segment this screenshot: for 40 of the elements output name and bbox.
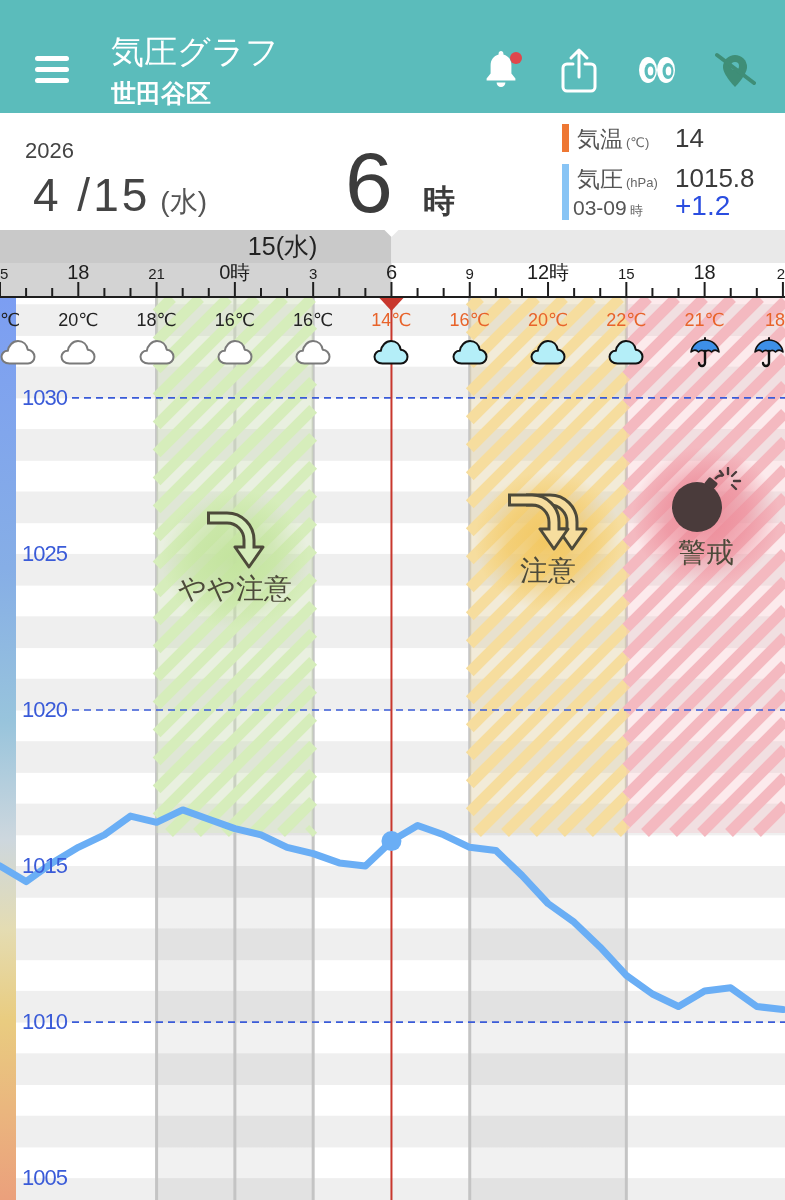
reading-value: 1015.8 [675, 164, 755, 192]
bell-icon [484, 49, 518, 90]
pressure-change: +1.2 [675, 192, 731, 220]
app-title: 気圧グラフ [111, 32, 279, 71]
period-unit: 時 [629, 202, 643, 220]
reading-label: 気圧 [577, 165, 623, 193]
y-axis-label: 1030 [22, 384, 67, 411]
day-label: 15(水) [247, 231, 318, 262]
eyes-icon [638, 55, 676, 84]
hour-label: 2 [776, 265, 785, 282]
hour-label: 21 [148, 265, 165, 282]
hour-label: 3 [309, 265, 318, 282]
share-icon [560, 46, 598, 93]
period-label: 03-09 [573, 195, 627, 221]
reading-unit: (℃) [626, 135, 650, 150]
hour-unit: 時 [422, 182, 455, 221]
y-axis-label: 1020 [22, 697, 67, 723]
hour-label: 6 [385, 263, 397, 283]
reading-value: 14 [675, 124, 704, 152]
date-label: 4 /15 [33, 170, 151, 220]
year-label: 2026 [25, 138, 74, 164]
reading-unit: (hPa) [626, 175, 658, 190]
hour-label: 18 [693, 263, 716, 283]
location-name: 世田谷区 [111, 78, 212, 107]
hour-label: 9 [465, 265, 474, 282]
hour-value: 6 [345, 139, 393, 225]
hour-label: 18 [67, 263, 90, 283]
current-pressure-dot [381, 831, 402, 852]
menu-icon [35, 56, 69, 83]
hour-label: 0時 [219, 263, 251, 283]
hour-label: 12時 [526, 263, 570, 283]
temperature-label: ℃ [0, 309, 21, 331]
y-axis-label: 1010 [22, 1009, 67, 1036]
y-axis-label: 1025 [22, 540, 67, 567]
temperature-label: 20℃ [58, 309, 99, 331]
weekday-label: (水) [160, 185, 207, 219]
reading-label: 気温 [577, 125, 623, 153]
hour-label: 15 [618, 265, 635, 282]
hour-label: 5 [0, 265, 9, 282]
y-axis-label: 1005 [22, 1165, 67, 1192]
